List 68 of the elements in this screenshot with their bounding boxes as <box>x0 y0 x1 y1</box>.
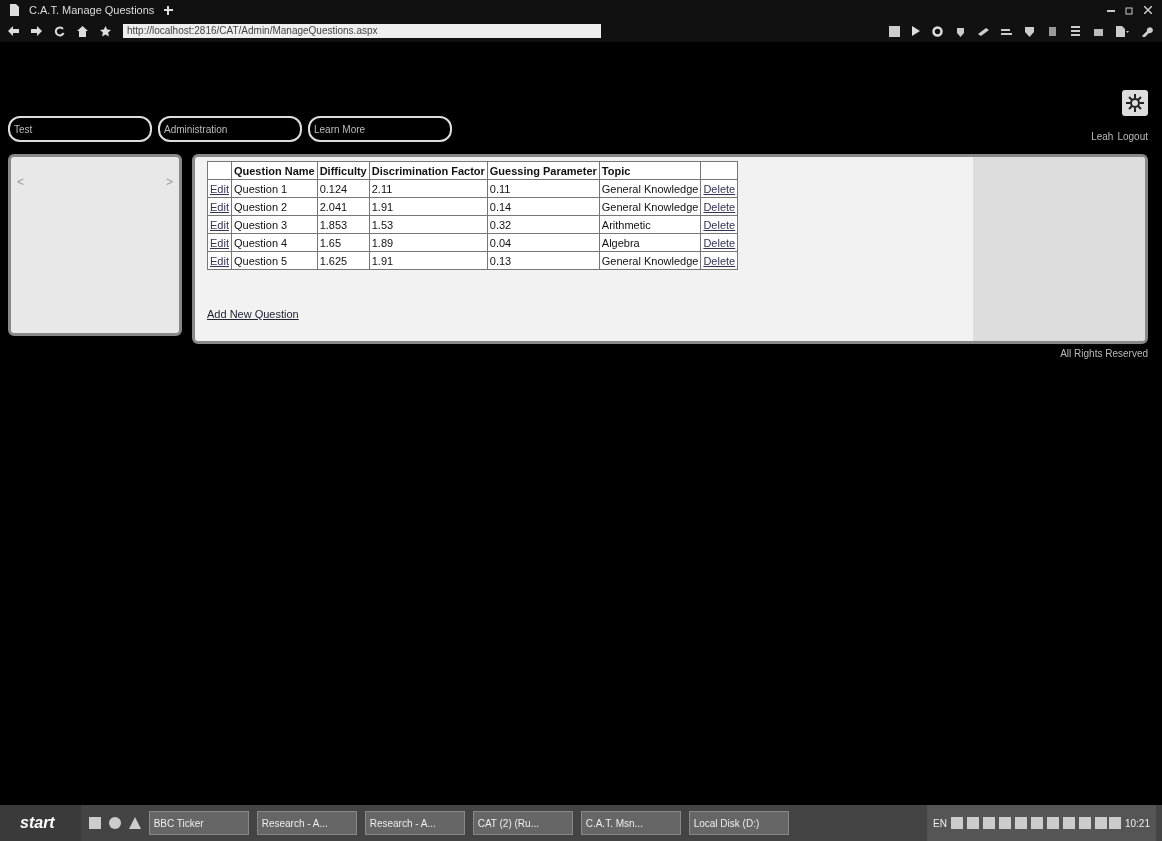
nav-button[interactable]: Administration <box>158 116 302 142</box>
clock[interactable]: 10:21 <box>1124 817 1150 829</box>
restore-icon[interactable] <box>1125 5 1134 15</box>
settings-icon <box>1126 94 1144 112</box>
shield-icon[interactable] <box>1024 25 1035 37</box>
column-header: Topic <box>601 164 631 177</box>
new-tab-icon[interactable] <box>164 5 174 15</box>
taskbar-button[interactable]: Research - A... <box>364 811 465 835</box>
table-cell: 2.11 <box>371 182 393 195</box>
taskbar-button[interactable]: Local Disk (D:) <box>688 811 789 835</box>
table-cell: General Knowledge <box>601 254 699 267</box>
table-cell: 2.041 <box>319 200 348 213</box>
table-cell: 1.625 <box>319 254 348 267</box>
quick-launch-icon[interactable] <box>88 817 101 829</box>
table-cell: 1.89 <box>371 236 394 249</box>
language-indicator[interactable]: EN <box>933 817 947 829</box>
table-cell: Question 4 <box>233 236 288 249</box>
taskbar-button[interactable]: CAT (2) (Ru... <box>472 811 573 835</box>
table-cell: 1.91 <box>371 254 394 267</box>
quick-launch-icon[interactable] <box>108 817 121 829</box>
reload-icon[interactable] <box>54 25 65 37</box>
nav-button[interactable]: Test <box>8 116 152 142</box>
table-cell: Question 3 <box>233 218 288 231</box>
table-cell: Question 2 <box>233 200 288 213</box>
add-question-link[interactable]: Add New Question <box>207 308 299 320</box>
table-cell: 1.65 <box>319 236 342 249</box>
start-button[interactable]: start <box>0 805 81 841</box>
table-cell: 0.04 <box>489 236 512 249</box>
logout-link[interactable]: Logout <box>1117 131 1148 142</box>
taskbar-button[interactable]: C.A.T. Msn... <box>580 811 681 835</box>
footer-text: All Rights Reserved <box>1060 348 1148 359</box>
table-cell: Algebra <box>601 236 640 249</box>
table-cell: 0.124 <box>319 182 348 195</box>
table-cell: 0.32 <box>489 218 512 231</box>
table-cell: 0.11 <box>489 182 511 195</box>
wrench-icon[interactable] <box>1141 25 1154 37</box>
bookmarks-icon[interactable] <box>1070 25 1081 37</box>
table-cell: 0.14 <box>489 200 512 213</box>
forward-icon[interactable] <box>31 26 42 36</box>
table-cell: General Knowledge <box>601 200 699 213</box>
tab-title[interactable]: C.A.T. Manage Questions <box>29 4 155 16</box>
home-icon[interactable] <box>77 25 88 37</box>
settings-button[interactable] <box>1122 90 1148 116</box>
table-cell: Question 5 <box>233 254 288 267</box>
page-icon <box>10 4 19 16</box>
close-icon[interactable] <box>1144 6 1152 14</box>
table-cell: 0.13 <box>489 254 512 267</box>
page-menu-icon[interactable] <box>1116 25 1129 37</box>
taskbar-button[interactable]: BBC Ticker <box>148 811 249 835</box>
table-cell: 1.53 <box>371 218 394 231</box>
table-cell: Question 1 <box>233 182 288 195</box>
column-header: Difficulty <box>319 164 367 177</box>
table-cell: Arithmetic <box>601 218 651 231</box>
column-header: Guessing Parameter <box>489 164 597 177</box>
table-cell: General Knowledge <box>601 182 699 195</box>
nav-button[interactable]: Learn More <box>308 116 452 142</box>
taskbar-button[interactable]: Research - A... <box>256 811 357 835</box>
star-icon[interactable] <box>100 25 111 37</box>
user-name: Leah <box>1091 131 1114 142</box>
play-icon[interactable] <box>912 26 920 36</box>
back-icon[interactable] <box>8 26 19 36</box>
table-cell: 1.91 <box>371 200 394 213</box>
address-field[interactable]: http://localhost:2816/CAT/Admin/ManageQuestions.aspx <box>123 24 601 38</box>
column-header: Discrimination Factor <box>371 164 485 177</box>
circle-icon[interactable] <box>932 25 943 37</box>
table-cell: 1.853 <box>319 218 348 231</box>
quick-launch-icon[interactable] <box>128 817 141 829</box>
column-header: Question Name <box>233 164 315 177</box>
